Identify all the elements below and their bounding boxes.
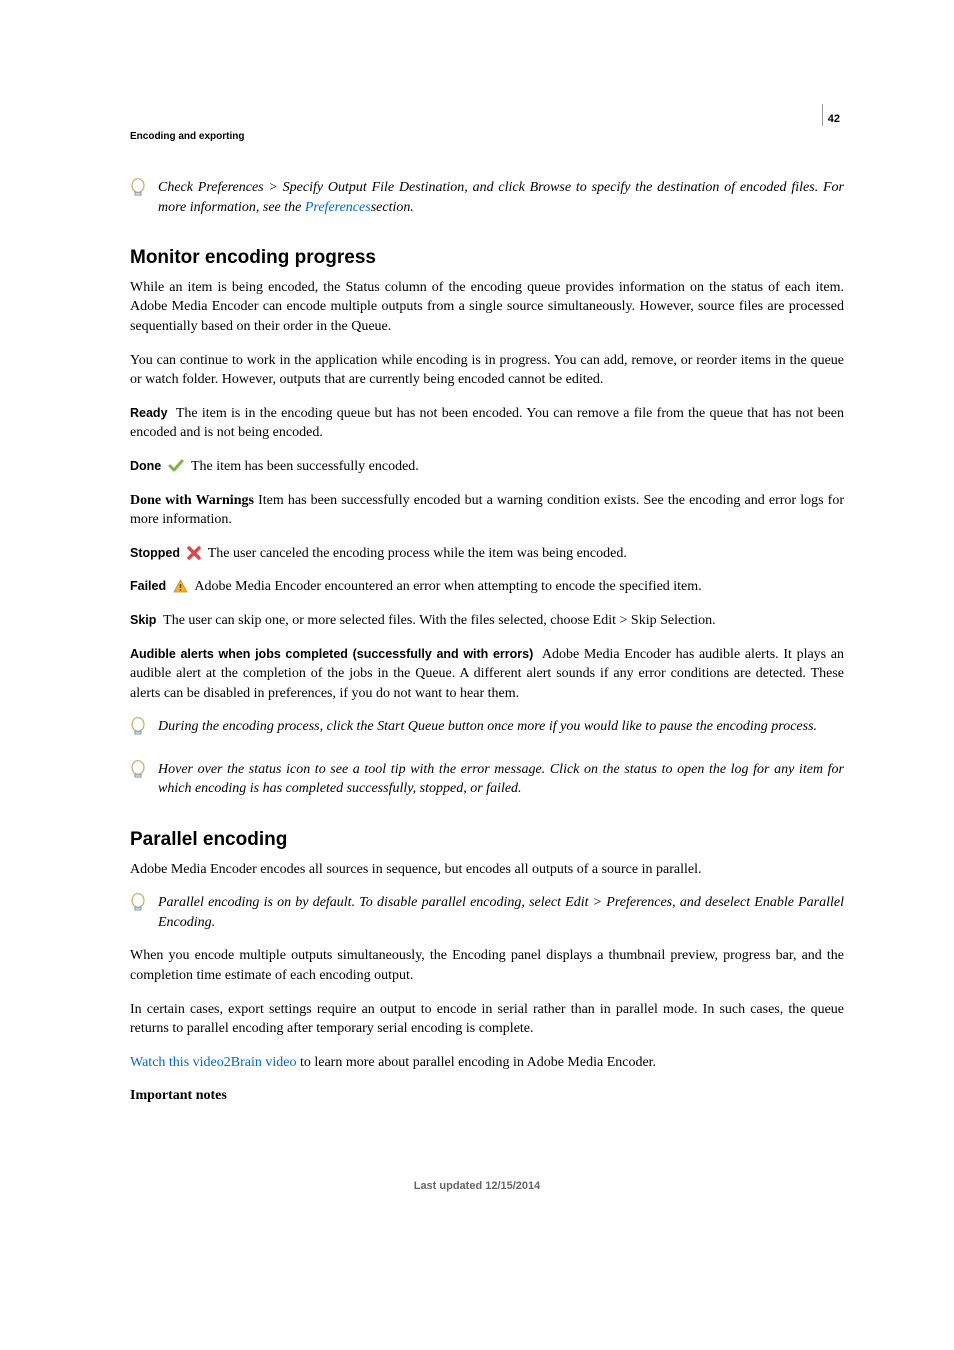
tip-text: Hover over the status icon to see a tool… xyxy=(158,760,844,799)
def-failed: Failed Adobe Media Encoder encountered a… xyxy=(130,577,844,597)
lightbulb-icon xyxy=(130,178,148,217)
monitor-para-1: While an item is being encoded, the Stat… xyxy=(130,278,844,337)
term-done: Done xyxy=(130,459,161,473)
tip-text-before: Check Preferences > Specify Output File … xyxy=(158,180,844,215)
lightbulb-icon xyxy=(130,760,148,799)
page-number: 42 xyxy=(828,112,840,127)
heading-parallel: Parallel encoding xyxy=(130,827,844,854)
desc-failed: Adobe Media Encoder encountered an error… xyxy=(194,579,701,594)
tip-output-destination: Check Preferences > Specify Output File … xyxy=(130,178,844,217)
term-skip: Skip xyxy=(130,613,156,627)
video2brain-link[interactable]: Watch this video2Brain video xyxy=(130,1055,296,1070)
term-audible: Audible alerts when jobs completed (succ… xyxy=(130,647,533,661)
term-stopped: Stopped xyxy=(130,546,180,560)
tip-text-after: section. xyxy=(371,200,414,215)
tip-text: Check Preferences > Specify Output File … xyxy=(158,178,844,217)
term-failed: Failed xyxy=(130,579,166,593)
def-done-warnings: Done with Warnings Item has been success… xyxy=(130,491,844,530)
monitor-para-2: You can continue to work in the applicat… xyxy=(130,351,844,390)
def-done: Done The item has been successfully enco… xyxy=(130,457,844,477)
heading-monitor: Monitor encoding progress xyxy=(130,245,844,272)
desc-skip: The user can skip one, or more selected … xyxy=(163,613,716,628)
running-head: Encoding and exporting xyxy=(130,130,844,144)
preferences-link[interactable]: Preferences xyxy=(305,200,371,215)
x-icon xyxy=(187,546,201,561)
def-skip: Skip The user can skip one, or more sele… xyxy=(130,611,844,631)
tip-pause-queue: During the encoding process, click the S… xyxy=(130,717,844,746)
tip-hover-status: Hover over the status icon to see a tool… xyxy=(130,760,844,799)
tip-text: During the encoding process, click the S… xyxy=(158,717,844,746)
term-ready: Ready xyxy=(130,406,168,420)
check-icon xyxy=(168,459,184,474)
tip-parallel-default: Parallel encoding is on by default. To d… xyxy=(130,893,844,932)
def-stopped: Stopped The user canceled the encoding p… xyxy=(130,544,844,564)
desc-done: The item has been successfully encoded. xyxy=(191,459,419,474)
desc-ready: The item is in the encoding queue but ha… xyxy=(130,406,844,441)
parallel-video-line: Watch this video2Brain video to learn mo… xyxy=(130,1053,844,1073)
important-notes-label: Important notes xyxy=(130,1088,227,1103)
parallel-para-2: When you encode multiple outputs simulta… xyxy=(130,946,844,985)
term-done-warnings: Done with Warnings xyxy=(130,493,254,508)
def-ready: Ready The item is in the encoding queue … xyxy=(130,404,844,443)
tip-text: Parallel encoding is on by default. To d… xyxy=(158,893,844,932)
lightbulb-icon xyxy=(130,717,148,746)
desc-stopped: The user canceled the encoding process w… xyxy=(208,546,627,561)
video-line-after: to learn more about parallel encoding in… xyxy=(296,1055,656,1070)
def-audible: Audible alerts when jobs completed (succ… xyxy=(130,645,844,704)
warning-icon xyxy=(173,579,188,594)
page-content: Encoding and exporting Check Preferences… xyxy=(0,0,954,1106)
parallel-para-1: Adobe Media Encoder encodes all sources … xyxy=(130,860,844,880)
parallel-para-3: In certain cases, export settings requir… xyxy=(130,1000,844,1039)
footer-last-updated: Last updated 12/15/2014 xyxy=(0,1179,954,1194)
lightbulb-icon xyxy=(130,893,148,932)
important-notes: Important notes xyxy=(130,1086,844,1106)
